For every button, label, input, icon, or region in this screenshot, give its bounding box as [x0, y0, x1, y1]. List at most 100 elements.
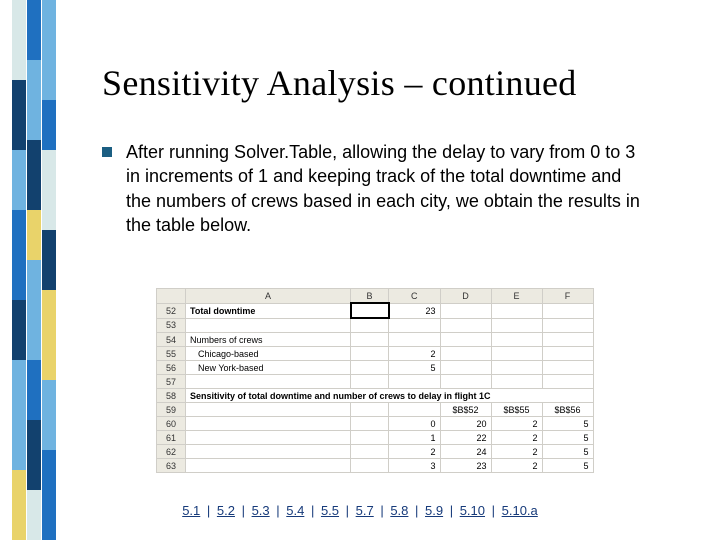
sheet-row-header: 60	[157, 417, 186, 431]
sheet-cell	[440, 375, 491, 389]
sheet-cell: 2	[491, 431, 542, 445]
sheet-cell	[440, 361, 491, 375]
sheet-cell	[491, 333, 542, 347]
sheet-cell: 5	[542, 445, 593, 459]
sheet-cell	[186, 318, 351, 333]
sheet-cell	[440, 303, 491, 318]
sheet-cell	[186, 403, 351, 417]
sheet-row-header: 59	[157, 403, 186, 417]
sheet-cell: Chicago-based	[186, 347, 351, 361]
sheet-cell: 23	[389, 303, 441, 318]
sheet-cell: $B$52	[440, 403, 491, 417]
sheet-row-header: 56	[157, 361, 186, 375]
sheet-cell: Numbers of crews	[186, 333, 351, 347]
sheet-cell	[351, 375, 389, 389]
sheet-row-header: 58	[157, 389, 186, 403]
sheet-cell: 23	[440, 459, 491, 473]
sheet-cell	[542, 361, 593, 375]
nav-separator: |	[306, 503, 319, 518]
sheet-cell	[351, 333, 389, 347]
sheet-col-header: C	[389, 289, 441, 304]
sheet-cell	[351, 445, 389, 459]
sheet-cell	[351, 431, 389, 445]
sheet-row-header: 55	[157, 347, 186, 361]
nav-separator: |	[376, 503, 389, 518]
sheet-cell	[491, 361, 542, 375]
nav-link[interactable]: 5.7	[354, 503, 376, 518]
sheet-col-header: D	[440, 289, 491, 304]
sheet-row-header: 63	[157, 459, 186, 473]
sheet-row-header: 52	[157, 303, 186, 318]
sheet-col-header: E	[491, 289, 542, 304]
bullet-icon	[102, 147, 112, 157]
nav-link[interactable]: 5.4	[284, 503, 306, 518]
sheet-cell: 2	[491, 445, 542, 459]
sheet-cell	[440, 333, 491, 347]
nav-link[interactable]: 5.2	[215, 503, 237, 518]
sheet-cell	[351, 303, 389, 318]
slide-nav: 5.1 | 5.2 | 5.3 | 5.4 | 5.5 | 5.7 | 5.8 …	[0, 503, 720, 518]
sheet-cell: 22	[440, 431, 491, 445]
nav-link[interactable]: 5.10	[458, 503, 487, 518]
sheet-cell	[542, 347, 593, 361]
sheet-cell	[351, 318, 389, 333]
sheet-cell	[440, 347, 491, 361]
sheet-row-header: 61	[157, 431, 186, 445]
sheet-cell: 5	[542, 459, 593, 473]
sheet-col-header: A	[186, 289, 351, 304]
sheet-cell: 1	[389, 431, 441, 445]
bullet-text: After running Solver.Table, allowing the…	[126, 140, 642, 237]
sheet-cell	[186, 431, 351, 445]
sheet-cell	[491, 318, 542, 333]
nav-separator: |	[237, 503, 250, 518]
nav-separator: |	[202, 503, 215, 518]
nav-separator: |	[445, 503, 458, 518]
nav-link[interactable]: 5.8	[388, 503, 410, 518]
nav-link[interactable]: 5.10.a	[500, 503, 540, 518]
nav-link[interactable]: 5.1	[180, 503, 202, 518]
sheet-cell	[491, 303, 542, 318]
nav-separator: |	[341, 503, 354, 518]
sheet-cell	[491, 347, 542, 361]
sheet-cell	[186, 375, 351, 389]
sheet-row-header: 62	[157, 445, 186, 459]
sheet-cell: 5	[542, 431, 593, 445]
nav-separator: |	[410, 503, 423, 518]
sheet-cell	[389, 375, 441, 389]
sheet-cell: 20	[440, 417, 491, 431]
sheet-cell: Total downtime	[186, 303, 351, 318]
sheet-cell	[351, 459, 389, 473]
nav-link[interactable]: 5.9	[423, 503, 445, 518]
sheet-cell: 0	[389, 417, 441, 431]
nav-link[interactable]: 5.3	[250, 503, 272, 518]
sheet-cell	[186, 417, 351, 431]
sheet-cell	[351, 417, 389, 431]
sheet-cell	[389, 403, 441, 417]
sheet-cell: 5	[389, 361, 441, 375]
nav-separator: |	[272, 503, 285, 518]
sheet-cell: 3	[389, 459, 441, 473]
nav-separator: |	[487, 503, 500, 518]
sheet-cell	[186, 445, 351, 459]
sheet-row-header: 54	[157, 333, 186, 347]
sheet-cell	[186, 459, 351, 473]
sheet-cell	[389, 318, 441, 333]
sheet-cell	[351, 361, 389, 375]
decorative-left-bar	[12, 0, 62, 540]
sheet-cell: 24	[440, 445, 491, 459]
sheet-cell	[351, 347, 389, 361]
sheet-cell	[542, 375, 593, 389]
sheet-cell: 2	[491, 417, 542, 431]
spreadsheet-mock: ABCDEF52Total downtime235354Numbers of c…	[156, 288, 594, 473]
sheet-cell	[389, 333, 441, 347]
sheet-cell	[542, 333, 593, 347]
sheet-corner	[157, 289, 186, 304]
sheet-cell: $B$56	[542, 403, 593, 417]
sheet-col-header: B	[351, 289, 389, 304]
nav-link[interactable]: 5.5	[319, 503, 341, 518]
sheet-cell	[491, 375, 542, 389]
sheet-cell: Sensitivity of total downtime and number…	[186, 389, 594, 403]
sheet-row-header: 57	[157, 375, 186, 389]
sheet-cell: 2	[389, 347, 441, 361]
sheet-cell: $B$55	[491, 403, 542, 417]
